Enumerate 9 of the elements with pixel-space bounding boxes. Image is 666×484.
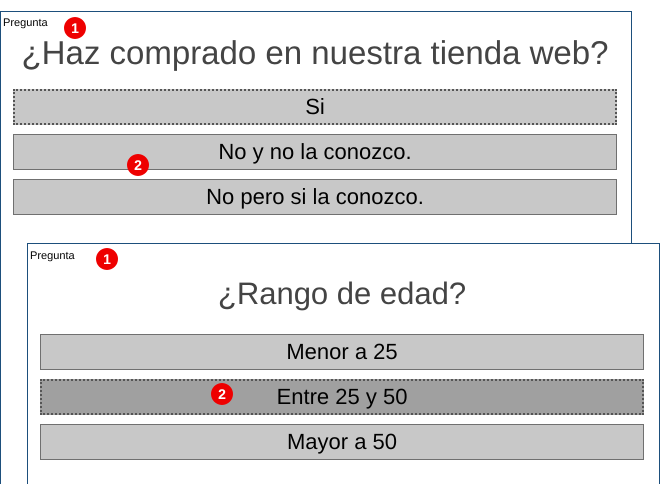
window-label: Pregunta <box>30 249 75 263</box>
number-marker: 1 <box>96 248 118 270</box>
answer-button[interactable]: No pero si la conozco. <box>13 179 617 215</box>
answer-button[interactable]: Si <box>13 89 617 125</box>
window-label: Pregunta <box>3 16 48 30</box>
question-text: ¿Rango de edad? <box>216 275 468 313</box>
answer-button[interactable]: Menor a 25 <box>40 334 644 370</box>
number-marker: 1 <box>64 17 86 39</box>
answer-button[interactable]: Mayor a 50 <box>40 424 644 460</box>
